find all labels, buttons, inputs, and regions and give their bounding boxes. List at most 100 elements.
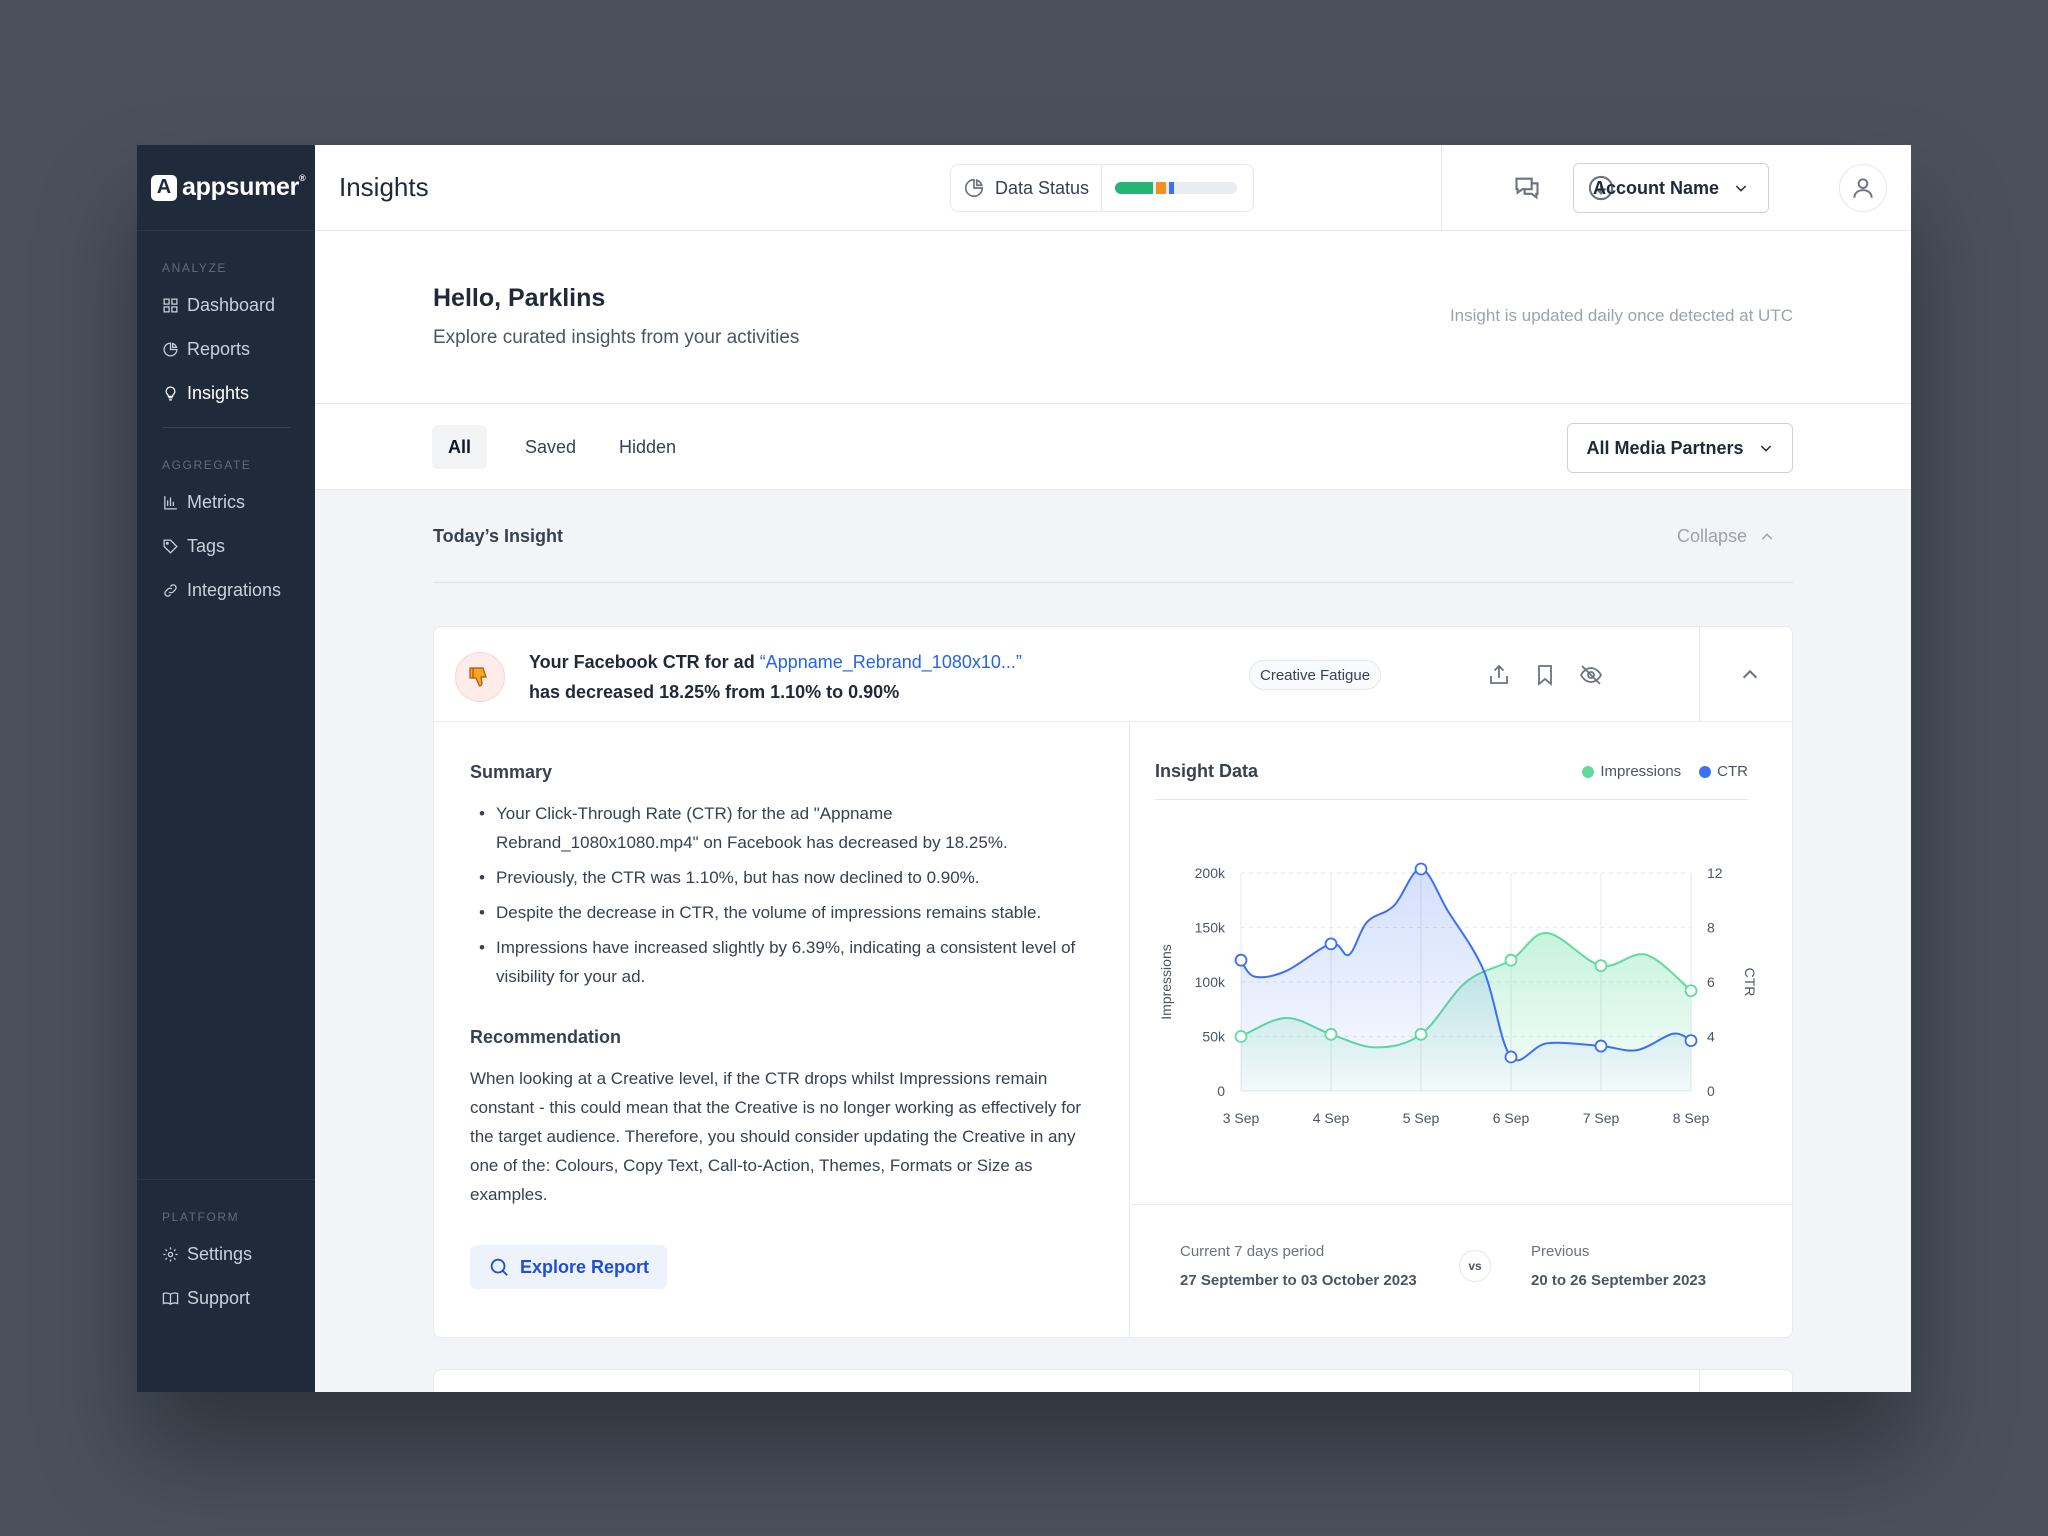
data-status-widget[interactable]: Data Status: [950, 164, 1254, 212]
y-tick-label: 150k: [1195, 920, 1226, 936]
chart-legend: Impressions CTR: [1564, 763, 1748, 780]
sidebar-item-insights[interactable]: Insights: [162, 371, 290, 415]
legend-item-impressions: Impressions: [1582, 763, 1681, 780]
data-point-impressions: [1324, 1027, 1338, 1041]
share-icon: [1490, 664, 1508, 684]
section-title: Today’s Insight: [433, 526, 564, 546]
sidebar-item-dashboard[interactable]: Dashboard: [162, 283, 290, 327]
data-point-impressions: [1594, 959, 1608, 973]
insight-chart: 0 0 50k 4 100k 6 150k 8 200k 12 3 Sep 4 Sep 5 Sep 6 S…: [1158, 862, 1758, 1126]
explore-report-button[interactable]: Explore Report: [470, 1245, 668, 1289]
tab-all[interactable]: All: [432, 425, 488, 469]
sidebar-item-label: Integrations: [187, 579, 282, 600]
data-status-segment: [1168, 182, 1174, 194]
collapse-button[interactable]: Collapse: [1677, 526, 1775, 547]
tab-saved[interactable]: Saved: [509, 425, 592, 469]
nav-section-analyze: ANALYZE Dashboard Reports Insights: [137, 261, 315, 428]
insight-chart-panel: Insight Data Impressions CTR 0 0 50k 4 1…: [1131, 722, 1792, 1337]
account-name: Account Name: [1592, 177, 1720, 198]
sidebar-item-reports[interactable]: Reports: [162, 327, 290, 371]
tag-icon: [163, 538, 178, 554]
main-area: Insights Data Status Account Name Hello,…: [315, 145, 1911, 1392]
brand-name: appsumer®: [182, 173, 306, 201]
nav-heading: AGGREGATE: [162, 458, 252, 472]
legend-item-ctr: CTR: [1699, 763, 1748, 780]
chat-button[interactable]: [1511, 172, 1543, 204]
share-button[interactable]: [1485, 661, 1513, 689]
y2-tick-label: 8: [1707, 920, 1715, 936]
chart-header: Insight Data Impressions CTR: [1155, 744, 1748, 800]
list-item: Impressions have increased slightly by 6…: [470, 933, 1093, 991]
period-comparison: Current 7 days period 27 September to 03…: [1131, 1204, 1792, 1337]
collapse-label: Collapse: [1676, 526, 1747, 546]
x-tick-label: 7 Sep: [1583, 1110, 1620, 1126]
greeting-title: Hello, Parklins: [433, 284, 606, 312]
recommendation-text: When looking at a Creative level, if the…: [470, 1069, 1082, 1204]
divider: [1441, 145, 1442, 231]
update-note: Insight is updated daily once detected a…: [1449, 306, 1793, 325]
divider: [1699, 1370, 1700, 1392]
ad-name-link[interactable]: “Appname_Rebrand_1080x10...”: [760, 652, 1022, 672]
hide-button[interactable]: [1577, 661, 1605, 689]
lightbulb-icon: [165, 385, 176, 401]
tab-hidden[interactable]: Hidden: [603, 425, 692, 469]
eye-off-icon: [1579, 665, 1603, 685]
sidebar-item-tags[interactable]: Tags: [162, 524, 290, 568]
gear-icon: [163, 1246, 178, 1262]
media-partners-dropdown[interactable]: All Media Partners: [1567, 423, 1793, 473]
insight-card: Your Facebook CTR for ad “Appname_Rebran…: [433, 626, 1793, 1338]
account-dropdown[interactable]: Account Name: [1573, 163, 1769, 213]
data-status-segment: [1115, 182, 1153, 194]
tabs-bar: All Saved Hidden All Media Partners: [315, 404, 1911, 490]
brand-logo[interactable]: A appsumer®: [137, 145, 315, 231]
app-window: A appsumer® ANALYZE Dashboard Reports In…: [137, 145, 1911, 1392]
recommendation-title: Recommendation: [470, 1027, 622, 1047]
data-status-bar: [1115, 182, 1238, 194]
bookmark-button[interactable]: [1531, 661, 1559, 689]
collapse-card-button[interactable]: [1736, 661, 1764, 689]
data-point-ctr: [1504, 1050, 1518, 1064]
pie-chart-icon: [964, 178, 984, 198]
list-item: Despite the decrease in CTR, the volume …: [470, 898, 1093, 927]
sidebar-item-integrations[interactable]: Integrations: [162, 568, 290, 612]
insight-card-header: Your Facebook CTR for ad “Appname_Rebran…: [434, 627, 1792, 722]
divider: [1699, 627, 1700, 722]
sidebar-item-label: Tags: [187, 535, 226, 556]
data-status-label: Data Status: [951, 165, 1103, 211]
y-axis-label: Impressions: [1158, 944, 1174, 1019]
section-header: Today’s Insight Collapse: [433, 491, 1793, 583]
data-point-ctr: [1684, 1034, 1698, 1047]
current-period: Current 7 days period 27 September to 03…: [1180, 1243, 1417, 1289]
sidebar-item-metrics[interactable]: Metrics: [162, 480, 290, 524]
user-icon: [1853, 178, 1873, 198]
x-tick-label: 3 Sep: [1223, 1110, 1260, 1126]
sidebar-item-settings[interactable]: Settings: [162, 1232, 290, 1276]
chevron-down-icon: [1760, 445, 1771, 452]
data-point-ctr: [1594, 1039, 1608, 1053]
legend-swatch-impressions: [1582, 765, 1595, 778]
sidebar-item-support[interactable]: Support: [162, 1276, 290, 1320]
data-point-ctr: [1414, 862, 1428, 876]
data-status-segment: [1155, 182, 1166, 194]
nav-heading: ANALYZE: [162, 261, 227, 275]
nav-divider: [162, 427, 290, 428]
pie-chart-icon: [163, 341, 178, 357]
chat-icon: [1515, 177, 1539, 200]
data-point-impressions: [1414, 1027, 1428, 1041]
y-tick-label: 0: [1217, 1083, 1225, 1099]
data-point-impressions: [1504, 953, 1518, 967]
insight-card-next: [433, 1369, 1793, 1392]
y-tick-label: 50k: [1202, 1029, 1226, 1045]
chart-title: Insight Data: [1155, 761, 1259, 781]
data-point-ctr: [1234, 953, 1248, 967]
y2-tick-label: 0: [1707, 1083, 1715, 1099]
user-avatar[interactable]: [1839, 164, 1887, 212]
chevron-up-icon: [1742, 669, 1758, 679]
x-tick-label: 5 Sep: [1403, 1110, 1440, 1126]
data-point-impressions: [1684, 984, 1698, 998]
insight-details: Summary Your Click-Through Rate (CTR) fo…: [434, 722, 1130, 1337]
sidebar: A appsumer® ANALYZE Dashboard Reports In…: [137, 145, 315, 1392]
greeting-panel: Hello, Parklins Explore curated insights…: [315, 231, 1911, 404]
insight-headline: Your Facebook CTR for ad “Appname_Rebran…: [529, 652, 1022, 702]
sidebar-item-label: Dashboard: [187, 294, 276, 315]
